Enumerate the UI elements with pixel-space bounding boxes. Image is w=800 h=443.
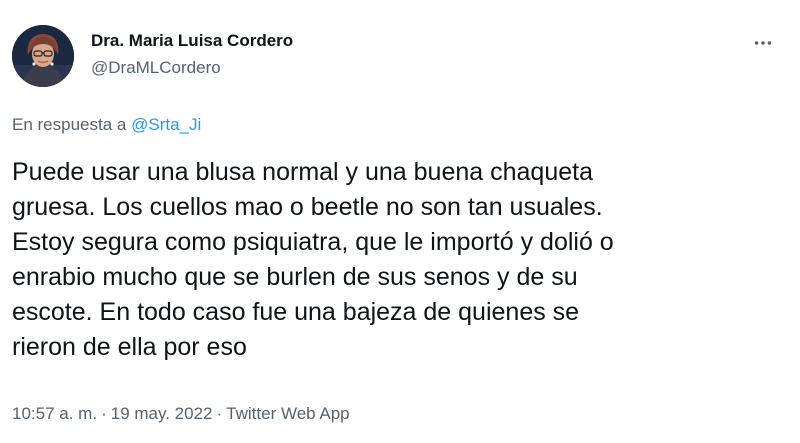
tweet-date-link[interactable]: 19 may. 2022 (111, 404, 213, 423)
user-handle[interactable]: @DraMLCordero (91, 58, 221, 78)
display-name[interactable]: Dra. Maria Luisa Cordero (91, 31, 293, 51)
tweet-text-line: rieron de ella por eso (12, 333, 247, 361)
reply-mention-link[interactable]: @Srta_Ji (131, 115, 201, 134)
meta-separator: · (101, 404, 107, 423)
tweet-text-line: Puede usar una blusa normal y una buena … (12, 158, 593, 186)
tweet-text-line: escote. En todo caso fue una bajeza de q… (12, 298, 580, 326)
more-options-icon (754, 41, 772, 45)
profile-photo-icon (12, 25, 74, 87)
reply-context: En respuesta a @Srta_Ji (12, 115, 201, 135)
meta-separator: · (216, 404, 223, 423)
tweet-time-link[interactable]: 10:57 a. m. (12, 404, 97, 423)
reply-prefix: En respuesta a (12, 115, 127, 134)
tweet-text-line: Estoy segura como psiquiatra, que le imp… (12, 228, 614, 256)
tweet-text-line: gruesa. Los cuellos mao o beetle no son … (12, 193, 603, 221)
tweet-text: Puede usar una blusa normal y una buena … (12, 155, 782, 365)
tweet-source-link[interactable]: Twitter Web App (226, 404, 349, 423)
tweet-text-line: enrabio mucho que se burlen de sus senos… (12, 263, 578, 291)
more-options-button[interactable] (748, 28, 778, 58)
avatar[interactable] (12, 25, 74, 87)
tweet-card: Dra. Maria Luisa Cordero @DraMLCordero E… (0, 0, 800, 443)
tweet-meta: 10:57 a. m. · 19 may. 2022 · Twitter Web App (12, 404, 350, 424)
